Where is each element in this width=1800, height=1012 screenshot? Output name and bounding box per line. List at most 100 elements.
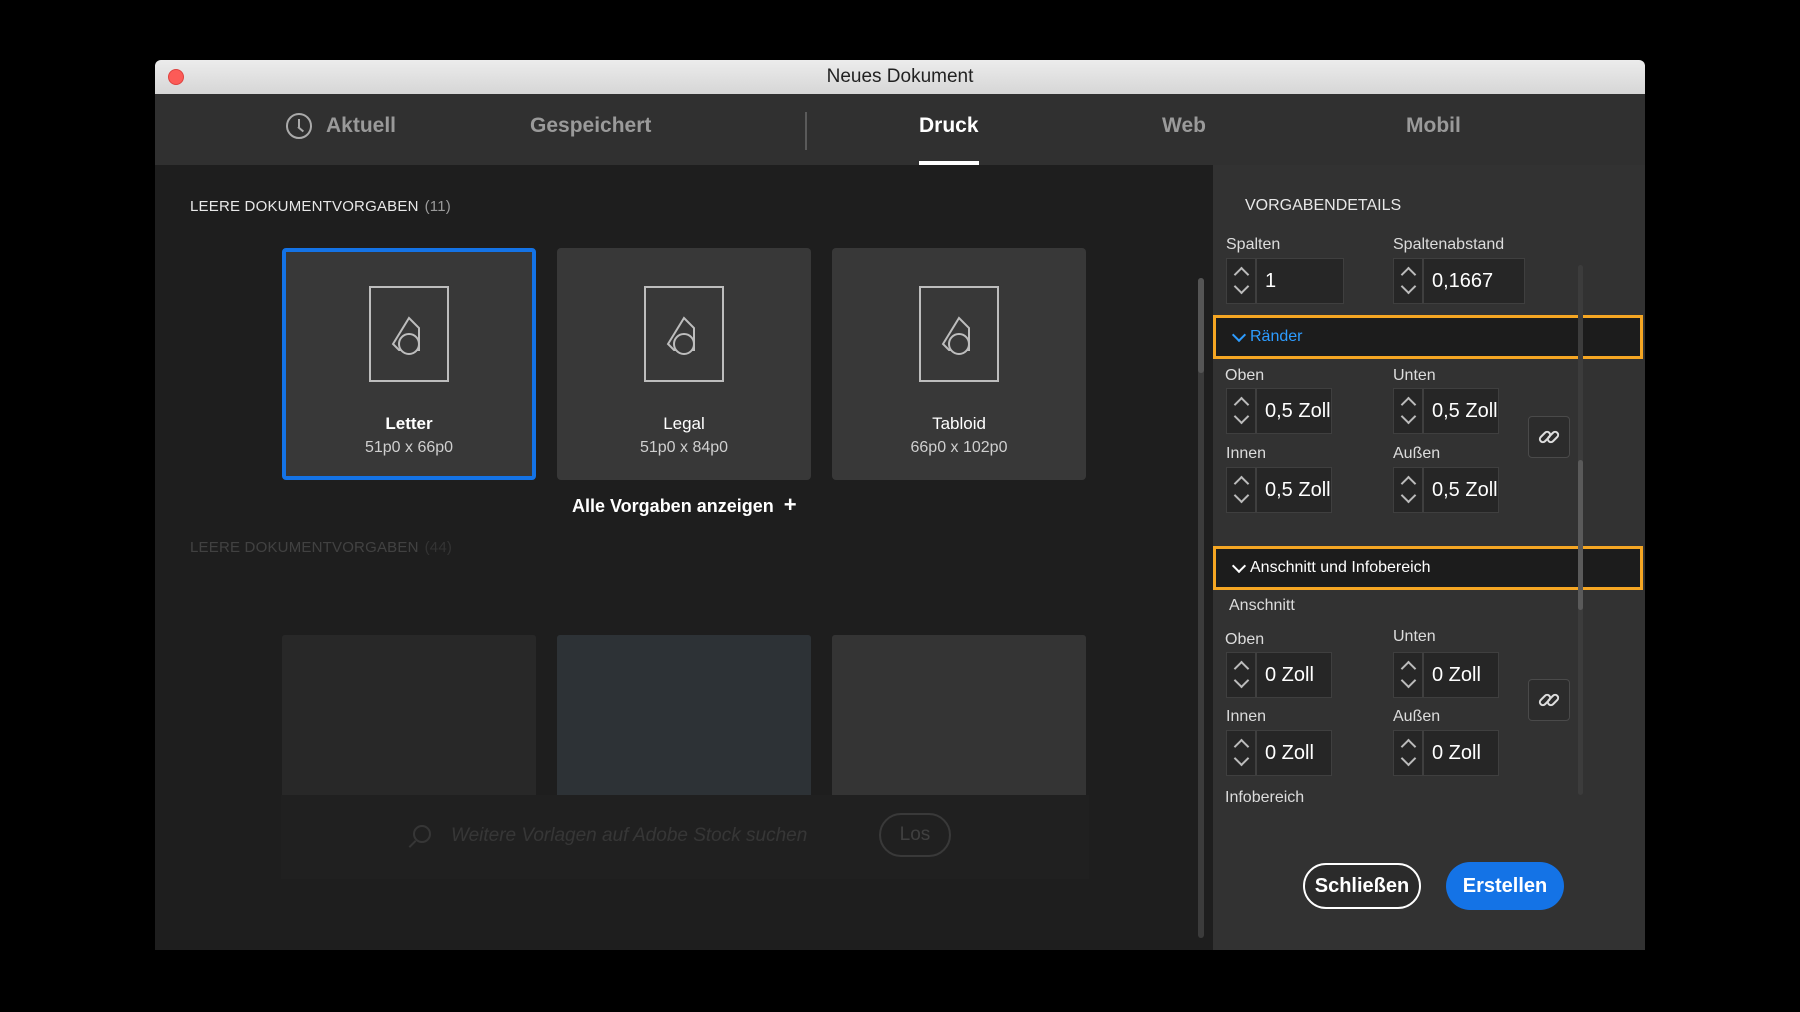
chevron-down-icon[interactable]: [1400, 278, 1417, 295]
template-thumbnail: [282, 635, 536, 813]
templates-heading-text: LEERE DOKUMENTVORGABEN: [190, 539, 419, 556]
details-heading: VORGABENDETAILS: [1245, 197, 1402, 214]
tab-aktuell[interactable]: Aktuell: [286, 94, 397, 165]
columns-label: Spalten: [1226, 236, 1281, 253]
show-all-presets-link[interactable]: Alle Vorgaben anzeigen +: [572, 492, 797, 518]
preset-card-tabloid[interactable]: Tabloid 66p0 x 102p0: [832, 248, 1086, 480]
details-scrollbar[interactable]: [1578, 265, 1583, 795]
tab-label: Druck: [919, 114, 979, 137]
document-preset-icon: [644, 286, 724, 382]
margins-title: Ränder: [1250, 328, 1303, 345]
tab-bar: Aktuell Gespeichert Druck Web Mobil: [155, 94, 1645, 165]
preset-name: Legal: [663, 414, 705, 433]
tab-label: Gespeichert: [530, 114, 652, 137]
link-bleed-button[interactable]: [1528, 679, 1570, 721]
tab-label: Mobil: [1406, 114, 1461, 137]
search-go-button[interactable]: Los: [879, 813, 951, 857]
presets-scrollbar[interactable]: [1198, 278, 1204, 938]
margin-top-label: Oben: [1225, 367, 1265, 384]
chevron-down-icon: [1231, 558, 1247, 574]
chevron-down-icon[interactable]: [1233, 278, 1250, 295]
clock-icon: [286, 113, 312, 139]
document-preset-icon: [919, 286, 999, 382]
link-margins-button[interactable]: [1528, 416, 1570, 458]
tab-gespeichert[interactable]: Gespeichert: [530, 94, 651, 165]
presets-pane: LEERE DOKUMENTVORGABEN (11) Letter 51p0 x…: [155, 165, 1213, 950]
show-all-label: Alle Vorgaben anzeigen: [572, 496, 774, 516]
bleed-outside-input[interactable]: 0 Zoll: [1423, 730, 1499, 776]
presets-heading-text: LEERE DOKUMENTVORGABEN: [190, 198, 419, 215]
preset-name: Letter: [385, 414, 433, 433]
margin-bottom-stepper[interactable]: [1393, 388, 1423, 434]
search-icon: [413, 825, 431, 843]
columns-stepper[interactable]: [1226, 258, 1256, 304]
tab-label: Aktuell: [326, 114, 397, 137]
preset-size: 51p0 x 66p0: [364, 439, 454, 456]
margin-inside-input[interactable]: 0,5 Zoll: [1256, 467, 1332, 513]
bleed-outside-label: Außen: [1393, 708, 1441, 725]
bleed-top-input[interactable]: 0 Zoll: [1256, 652, 1332, 698]
preset-card-letter[interactable]: Letter 51p0 x 66p0: [282, 248, 536, 480]
bleed-subtitle: Anschnitt: [1229, 597, 1295, 614]
presets-count: (11): [424, 198, 451, 215]
bleed-inside-input[interactable]: 0 Zoll: [1256, 730, 1332, 776]
bleed-inside-stepper[interactable]: [1226, 730, 1256, 776]
margin-bottom-input[interactable]: 0,5 Zoll: [1423, 388, 1499, 434]
tab-mobil[interactable]: Mobil: [1406, 94, 1461, 165]
document-preset-icon: [369, 286, 449, 382]
tab-web[interactable]: Web: [1162, 94, 1206, 165]
bleed-top-stepper[interactable]: [1226, 652, 1256, 698]
window-title: Neues Dokument: [826, 66, 974, 87]
create-button[interactable]: Erstellen: [1446, 862, 1564, 910]
margin-top-stepper[interactable]: [1226, 388, 1256, 434]
gutter-stepper[interactable]: [1393, 258, 1423, 304]
chevron-down-icon[interactable]: [1400, 750, 1417, 767]
tab-label: Web: [1162, 114, 1206, 137]
bleed-slug-title: Anschnitt und Infobereich: [1250, 559, 1431, 576]
chevron-down-icon[interactable]: [1400, 408, 1417, 425]
tab-divider: [805, 112, 807, 150]
bleed-bottom-stepper[interactable]: [1393, 652, 1423, 698]
stock-search-input[interactable]: Weitere Vorlagen auf Adobe Stock suchen: [451, 825, 807, 847]
preset-card-legal[interactable]: Legal 51p0 x 84p0: [557, 248, 811, 480]
presets-heading: LEERE DOKUMENTVORGABEN (11): [190, 198, 451, 215]
bleed-bottom-label: Unten: [1393, 628, 1436, 645]
chevron-down-icon[interactable]: [1233, 750, 1250, 767]
dialog-footer: Schließen Erstellen: [1213, 827, 1645, 950]
preset-name: Tabloid: [932, 414, 986, 433]
close-button[interactable]: Schließen: [1303, 863, 1421, 909]
margin-inside-stepper[interactable]: [1226, 467, 1256, 513]
gutter-label: Spaltenabstand: [1393, 236, 1505, 253]
chevron-down-icon: [1231, 327, 1247, 343]
templates-heading: LEERE DOKUMENTVORGABEN (44): [190, 539, 452, 556]
margin-outside-input[interactable]: 0,5 Zoll: [1423, 467, 1499, 513]
bleed-inside-label: Innen: [1226, 708, 1267, 725]
bleed-outside-stepper[interactable]: [1393, 730, 1423, 776]
template-thumbnail: [557, 635, 811, 813]
margin-outside-stepper[interactable]: [1393, 467, 1423, 513]
margin-bottom-label: Unten: [1393, 367, 1436, 384]
scrollbar-thumb[interactable]: [1578, 460, 1583, 610]
columns-input[interactable]: 1: [1256, 258, 1344, 304]
scrollbar-thumb[interactable]: [1198, 278, 1204, 373]
chevron-down-icon[interactable]: [1233, 672, 1250, 689]
close-window-icon[interactable]: [168, 69, 184, 85]
stock-search-bar: Weitere Vorlagen auf Adobe Stock suchen …: [281, 795, 1089, 879]
bleed-bottom-input[interactable]: 0 Zoll: [1423, 652, 1499, 698]
preset-size: 51p0 x 84p0: [639, 439, 729, 456]
margin-outside-label: Außen: [1393, 445, 1441, 462]
margin-top-input[interactable]: 0,5 Zoll: [1256, 388, 1332, 434]
plus-icon: +: [783, 492, 797, 517]
title-bar: Neues Dokument: [155, 60, 1645, 95]
new-document-dialog: Neues Dokument Aktuell Gespeichert Druck…: [155, 60, 1645, 950]
link-icon: [1538, 430, 1560, 444]
gutter-input[interactable]: 0,1667 Zoll: [1423, 258, 1525, 336]
tab-druck[interactable]: Druck: [919, 94, 979, 165]
chevron-down-icon[interactable]: [1233, 487, 1250, 504]
chevron-down-icon[interactable]: [1233, 408, 1250, 425]
chevron-down-icon[interactable]: [1400, 672, 1417, 689]
templates-count: (44): [424, 539, 453, 556]
chevron-down-icon[interactable]: [1400, 487, 1417, 504]
link-icon: [1538, 693, 1560, 707]
preset-size: 66p0 x 102p0: [910, 439, 1008, 456]
